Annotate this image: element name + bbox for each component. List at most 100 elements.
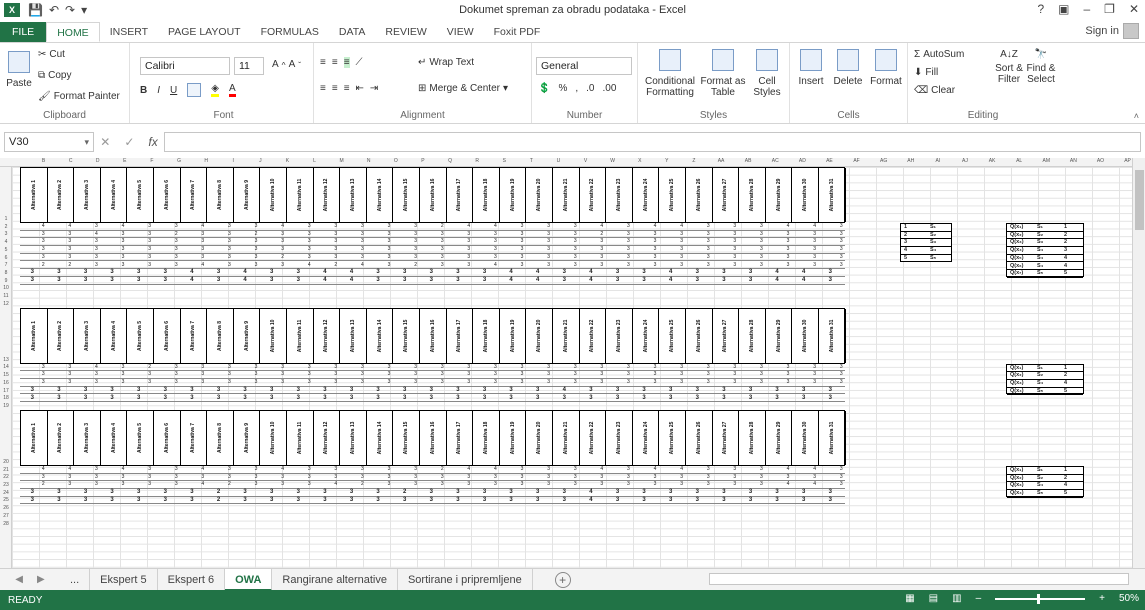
- data-cell[interactable]: 3: [233, 254, 258, 260]
- data-cell[interactable]: 3: [712, 277, 737, 283]
- data-cell[interactable]: 3: [286, 395, 311, 401]
- data-cell[interactable]: 3: [791, 387, 816, 393]
- data-cell[interactable]: 3: [392, 364, 417, 370]
- data-cell[interactable]: 3: [100, 277, 125, 283]
- percent-button[interactable]: %: [558, 83, 567, 94]
- data-cell[interactable]: 3: [286, 254, 311, 260]
- data-cell[interactable]: 2: [419, 223, 444, 229]
- alternative-header-cell[interactable]: Alternativa 5: [127, 410, 154, 465]
- data-cell[interactable]: 3: [632, 489, 657, 495]
- data-cell[interactable]: 3: [712, 395, 737, 401]
- alternative-header-cell[interactable]: Alternativa 17: [447, 168, 474, 222]
- alternative-header-cell[interactable]: Alternativa 20: [526, 168, 553, 222]
- data-cell[interactable]: 3: [525, 254, 550, 260]
- data-cell[interactable]: 3: [286, 364, 311, 370]
- data-cell[interactable]: 3: [791, 395, 816, 401]
- data-cell[interactable]: 3: [472, 497, 497, 503]
- data-cell[interactable]: 3: [818, 246, 843, 252]
- data-cell[interactable]: 3: [472, 364, 497, 370]
- data-cell[interactable]: 2: [206, 497, 231, 503]
- data-cell[interactable]: 3: [765, 371, 790, 377]
- sheet-tab[interactable]: OWA: [225, 568, 273, 591]
- data-cell[interactable]: 3: [499, 238, 524, 244]
- data-cell[interactable]: 3: [632, 474, 657, 480]
- alternative-header-cell[interactable]: Alternativa 16: [420, 410, 447, 465]
- formula-input[interactable]: [164, 132, 1141, 152]
- data-cell[interactable]: 4: [100, 466, 125, 472]
- data-cell[interactable]: 3: [658, 364, 683, 370]
- ribbon-display-icon[interactable]: ▣: [1058, 2, 1069, 16]
- data-cell[interactable]: 3: [206, 474, 231, 480]
- data-cell[interactable]: 3: [126, 466, 151, 472]
- data-cell[interactable]: 3: [525, 262, 550, 268]
- data-cell[interactable]: 3: [552, 364, 577, 370]
- data-cell[interactable]: 3: [791, 231, 816, 237]
- data-cell[interactable]: S₁: [1037, 467, 1043, 473]
- data-cell[interactable]: 3: [259, 269, 284, 275]
- data-cell[interactable]: 3: [153, 223, 178, 229]
- data-cell[interactable]: 3: [73, 262, 98, 268]
- data-cell[interactable]: 3: [712, 466, 736, 472]
- row-header[interactable]: 3: [0, 231, 12, 237]
- alternative-header-cell[interactable]: Alternativa 30: [792, 308, 819, 363]
- data-cell[interactable]: 3: [20, 395, 45, 401]
- data-cell[interactable]: 3: [605, 497, 630, 503]
- data-cell[interactable]: 3: [525, 246, 550, 252]
- column-header[interactable]: Z: [680, 158, 707, 164]
- align-middle-icon[interactable]: ≡: [332, 57, 338, 68]
- data-cell[interactable]: 1: [1064, 365, 1067, 371]
- data-cell[interactable]: 3: [233, 481, 258, 487]
- data-cell[interactable]: 3: [712, 246, 736, 252]
- font-color-icon[interactable]: A: [228, 83, 236, 97]
- data-cell[interactable]: 3: [818, 231, 843, 237]
- data-cell[interactable]: 3: [233, 497, 258, 503]
- row-header[interactable]: 6: [0, 255, 12, 261]
- alternative-header-cell[interactable]: Alternativa 28: [739, 410, 766, 465]
- data-cell[interactable]: 3: [153, 254, 178, 260]
- data-cell[interactable]: 3: [153, 262, 178, 268]
- alternative-header-cell[interactable]: Alternativa 1: [21, 410, 48, 465]
- data-cell[interactable]: 3: [419, 481, 444, 487]
- tab-view[interactable]: VIEW: [437, 22, 484, 42]
- alternative-header-cell[interactable]: Alternativa 25: [659, 308, 686, 363]
- data-cell[interactable]: 3: [47, 277, 72, 283]
- column-header[interactable]: AB: [735, 158, 762, 164]
- data-cell[interactable]: 3: [47, 395, 72, 401]
- enter-icon[interactable]: ✓: [124, 135, 134, 149]
- data-cell[interactable]: 3: [206, 466, 231, 472]
- data-cell[interactable]: S₁: [1037, 224, 1043, 230]
- data-cell[interactable]: 3: [392, 269, 417, 275]
- data-cell[interactable]: 3: [552, 371, 577, 377]
- data-cell[interactable]: 3: [738, 277, 763, 283]
- data-cell[interactable]: 4: [180, 269, 205, 275]
- data-cell[interactable]: 3: [339, 474, 364, 480]
- data-cell[interactable]: 3: [738, 364, 763, 370]
- data-cell[interactable]: 3: [472, 231, 497, 237]
- data-cell[interactable]: 4: [446, 223, 470, 229]
- data-cell[interactable]: 3: [499, 223, 524, 229]
- data-cell[interactable]: 3: [765, 489, 790, 495]
- data-cell[interactable]: 3: [765, 395, 790, 401]
- data-cell[interactable]: 3: [818, 277, 843, 283]
- horizontal-scrollbar[interactable]: [709, 573, 1129, 585]
- data-cell[interactable]: 3: [313, 223, 337, 229]
- data-cell[interactable]: 4: [765, 277, 790, 283]
- data-cell[interactable]: 3: [738, 481, 763, 487]
- alternative-header-cell[interactable]: Alternativa 8: [207, 168, 234, 222]
- data-cell[interactable]: 1: [1064, 224, 1067, 230]
- data-cell[interactable]: 3: [685, 246, 710, 252]
- alternative-header-cell[interactable]: Alternativa 4: [101, 168, 128, 222]
- data-cell[interactable]: 3: [818, 238, 843, 244]
- data-cell[interactable]: 3: [392, 246, 417, 252]
- data-cell[interactable]: 3: [685, 277, 710, 283]
- data-cell[interactable]: 3: [206, 269, 231, 275]
- italic-button[interactable]: I: [157, 85, 160, 96]
- number-format-dropdown[interactable]: General: [536, 57, 632, 75]
- data-cell[interactable]: 3: [73, 497, 98, 503]
- data-cell[interactable]: 3: [392, 497, 417, 503]
- vertical-scrollbar[interactable]: [1132, 158, 1145, 568]
- data-cell[interactable]: 4: [658, 277, 683, 283]
- data-cell[interactable]: 3: [579, 254, 603, 260]
- data-cell[interactable]: 3: [712, 387, 737, 393]
- alternative-header-cell[interactable]: Alternativa 9: [234, 168, 261, 222]
